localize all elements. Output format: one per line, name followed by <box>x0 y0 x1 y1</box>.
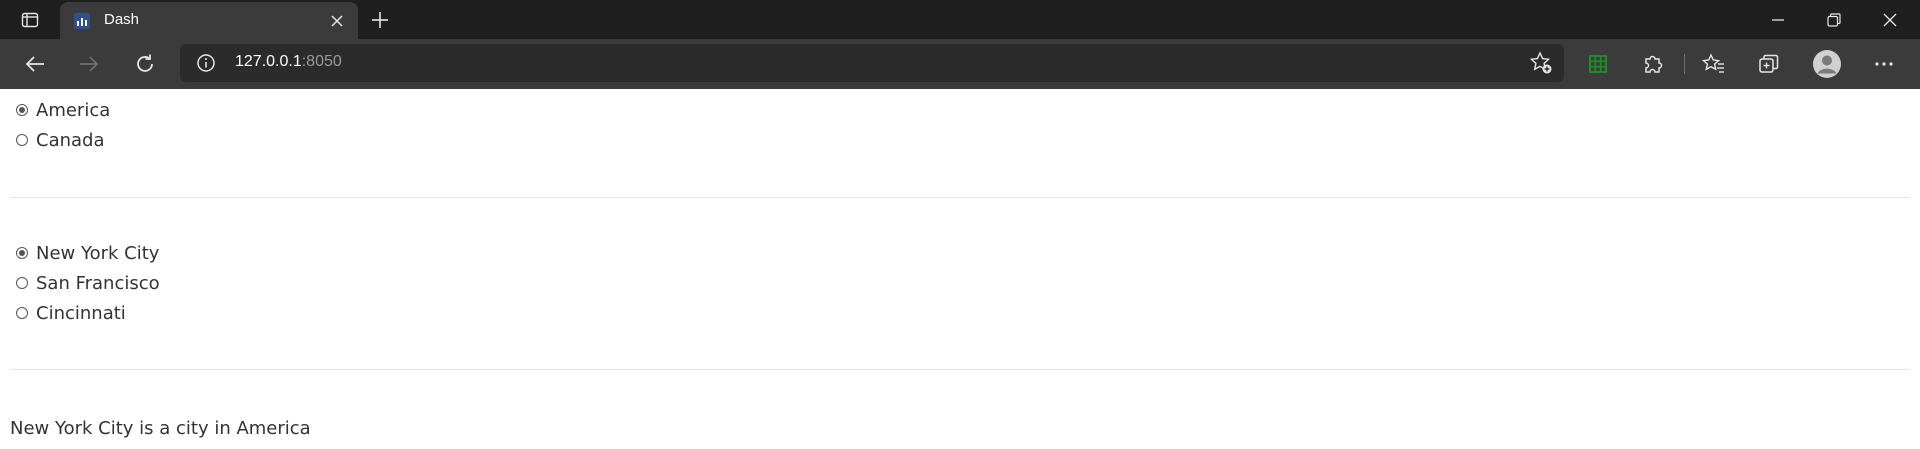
star-add-icon <box>1529 51 1552 74</box>
avatar-icon <box>1813 50 1841 78</box>
new-tab-button[interactable] <box>366 6 394 34</box>
more-options-button[interactable] <box>1866 47 1902 81</box>
minimize-icon <box>1772 18 1784 21</box>
arrow-right-icon <box>80 56 99 72</box>
radio-button-checked[interactable] <box>16 247 28 259</box>
url-port: :8050 <box>301 53 342 70</box>
radio-label: New York City <box>36 242 160 264</box>
profile-button[interactable] <box>1809 47 1845 81</box>
browser-titlebar: Dash <box>0 0 1920 39</box>
ellipsis-icon <box>1875 62 1893 66</box>
address-bar[interactable]: 127.0.0.1:8050 <box>180 44 1564 82</box>
browser-tab-active[interactable]: Dash <box>60 2 358 39</box>
output-text: New York City is a city in America <box>10 418 311 439</box>
radio-button[interactable] <box>16 134 28 146</box>
radio-label: Canada <box>36 129 105 151</box>
country-radio-group: America Canada <box>16 95 110 155</box>
tab-close-button[interactable] <box>326 10 348 32</box>
page-content: America Canada New York City San Francis… <box>0 89 1920 449</box>
radio-label: Cincinnati <box>36 302 126 324</box>
plus-icon <box>372 12 388 28</box>
dash-favicon-icon <box>74 13 90 29</box>
collections-button[interactable] <box>1751 47 1787 81</box>
arrow-left-icon <box>25 56 44 72</box>
city-radio-group: New York City San Francisco Cincinnati <box>16 238 160 328</box>
restore-button[interactable] <box>1806 0 1862 39</box>
radio-label: America <box>36 99 111 121</box>
tab-actions-button[interactable] <box>8 5 52 35</box>
url-host: 127.0.0.1 <box>235 53 302 70</box>
radio-label: San Francisco <box>36 272 160 294</box>
extensions-button[interactable] <box>1635 47 1671 81</box>
radio-option-canada[interactable]: Canada <box>16 125 110 155</box>
collections-icon <box>1759 54 1779 73</box>
tab-title: Dash <box>104 11 140 28</box>
close-window-button[interactable] <box>1862 0 1918 39</box>
radio-button-checked[interactable] <box>16 104 28 116</box>
radio-button[interactable] <box>16 307 28 319</box>
favorites-icon <box>1702 53 1724 73</box>
forward-button[interactable] <box>71 47 107 81</box>
radio-option-america[interactable]: America <box>16 95 110 125</box>
favorites-button[interactable] <box>1696 47 1732 81</box>
toolbar-separator <box>1684 54 1685 74</box>
url-text[interactable]: 127.0.0.1:8050 <box>235 53 342 71</box>
restore-icon <box>1827 12 1841 27</box>
radio-option-new-york-city[interactable]: New York City <box>16 238 160 268</box>
grid-extension-button[interactable] <box>1580 47 1616 81</box>
close-icon <box>331 15 343 27</box>
grid-extension-icon <box>1589 55 1607 73</box>
info-icon[interactable] <box>196 53 216 73</box>
horizontal-divider <box>10 197 1910 198</box>
refresh-button[interactable] <box>127 47 163 81</box>
close-icon <box>1883 13 1897 26</box>
radio-option-cincinnati[interactable]: Cincinnati <box>16 298 160 328</box>
radio-button[interactable] <box>16 277 28 289</box>
refresh-icon <box>137 54 153 72</box>
browser-navbar: 127.0.0.1:8050 <box>0 39 1920 89</box>
radio-option-san-francisco[interactable]: San Francisco <box>16 268 160 298</box>
add-favorite-button[interactable] <box>1528 50 1554 76</box>
tab-actions-icon <box>21 12 39 28</box>
minimize-button[interactable] <box>1750 0 1806 39</box>
horizontal-divider <box>10 369 1910 370</box>
back-button[interactable] <box>17 47 53 81</box>
puzzle-icon <box>1645 55 1663 73</box>
